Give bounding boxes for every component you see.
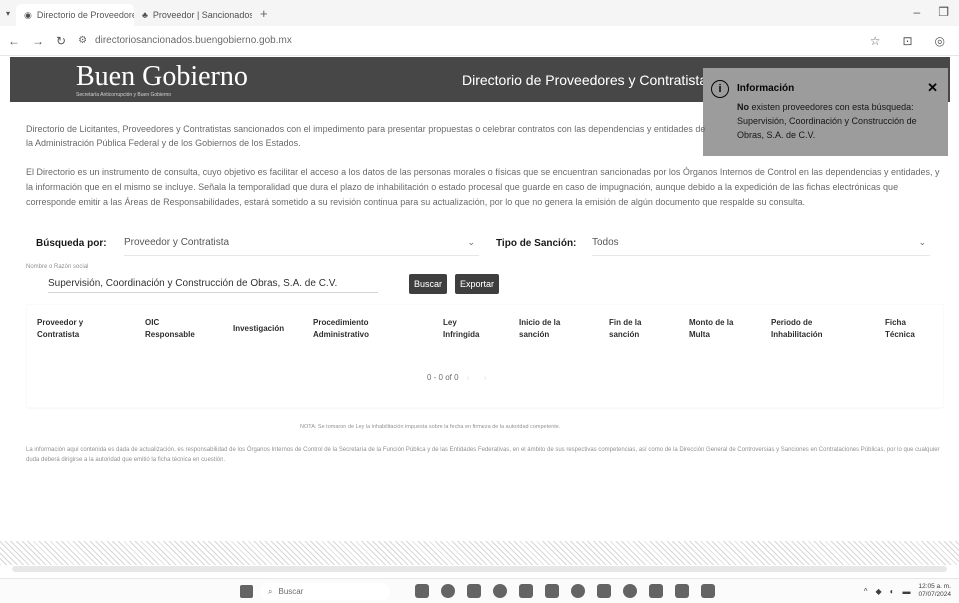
intro-text: Directorio de Licitantes, Proveedores y …: [26, 124, 706, 148]
start-icon[interactable]: [240, 585, 253, 598]
column-header-ley[interactable]: Ley Infringida: [443, 317, 493, 341]
notification-message-lead: No: [737, 102, 749, 112]
url-field[interactable]: ⚙ directoriosancionados.buengobierno.gob…: [78, 30, 858, 52]
clock-date: 07/07/2024: [918, 591, 951, 598]
legal-note: NOTA: Se tomaron de Ley la inhabilitació…: [300, 424, 561, 430]
column-header-procedimiento[interactable]: Procedimiento Administrativo: [313, 317, 393, 341]
taskbar-apps: [415, 584, 715, 598]
description-paragraph: El Directorio es un instrumento de consu…: [26, 167, 940, 207]
sanction-type-label: Tipo de Sanción:: [496, 238, 577, 249]
close-icon[interactable]: ✕: [927, 80, 938, 96]
chevron-down-icon: ⌄: [467, 237, 475, 247]
store-icon[interactable]: [519, 584, 533, 598]
notification-message-text: existen proveedores con esta búsqueda: S…: [737, 102, 917, 140]
app-icon[interactable]: [545, 584, 559, 598]
tab-proveedor[interactable]: ♣ Proveedor | Sancionados ✕: [134, 4, 252, 26]
column-header-proveedor[interactable]: Proveedor y Contratista: [37, 317, 107, 341]
info-notification: i Información ✕ No existen proveedores c…: [703, 68, 948, 156]
system-tray: ^ ◆ ◐ ▬ 12:05 a. m. 07/07/2024: [864, 583, 951, 599]
app-icon[interactable]: [701, 584, 715, 598]
reload-icon[interactable]: ↻: [56, 34, 66, 48]
pagination: 0 - 0 of 0 ‹ ›: [427, 373, 492, 382]
wifi-icon[interactable]: ◆: [875, 587, 881, 596]
new-tab-icon[interactable]: +: [252, 6, 276, 21]
notification-title: Información: [737, 83, 795, 94]
address-bar: ← → ↻ ⚙ directoriosancionados.buengobier…: [0, 26, 959, 56]
restore-icon[interactable]: ❐: [938, 5, 949, 19]
search-by-label: Búsqueda por:: [36, 238, 107, 249]
footer-disclaimer: La información aquí contenida es dada de…: [26, 447, 940, 463]
bookmark-star-icon[interactable]: ☆: [870, 34, 881, 48]
clock[interactable]: 12:05 a. m. 07/07/2024: [918, 583, 951, 599]
tray-expand-icon[interactable]: ^: [864, 587, 868, 596]
sanction-type-select[interactable]: Todos ⌄: [592, 230, 930, 256]
results-table: Proveedor y Contratista OIC Responsable …: [26, 304, 944, 408]
task-view-icon[interactable]: [415, 584, 429, 598]
search-button[interactable]: Buscar: [409, 274, 448, 294]
brand-logo[interactable]: Buen Gobierno: [76, 61, 248, 93]
app-icon[interactable]: [571, 584, 585, 598]
app-icon[interactable]: [597, 584, 611, 598]
forward-icon[interactable]: →: [32, 34, 44, 48]
column-header-oic[interactable]: OIC Responsable: [145, 317, 205, 341]
back-icon[interactable]: ←: [8, 34, 20, 48]
column-header-fin[interactable]: Fin de la sanción: [609, 317, 659, 341]
browser-tabbar: ▾ ◉ Directorio de Proveedores y C ✕ ♣ Pr…: [0, 0, 959, 26]
window-controls: – ❐: [914, 5, 949, 19]
file-explorer-icon[interactable]: [467, 584, 481, 598]
notification-message: No existen proveedores con esta búsqueda…: [737, 100, 937, 142]
tab-directorio[interactable]: ◉ Directorio de Proveedores y C ✕: [16, 4, 135, 26]
search-input-hint: Nombre o Razón social: [26, 264, 89, 270]
info-icon: i: [711, 80, 729, 98]
search-by-value: Proveedor y Contratista: [124, 237, 230, 248]
search-icon: ⌕: [268, 586, 273, 596]
url-text: directoriosancionados.buengobierno.gob.m…: [95, 35, 292, 46]
pagination-range: 0 - 0 of 0: [427, 373, 459, 382]
column-header-ficha[interactable]: Ficha Técnica: [885, 317, 935, 341]
tab-favicon-icon: ♣: [142, 10, 148, 20]
brand-subtitle: Secretaría Anticorrupción y Buen Gobiern…: [76, 92, 172, 98]
app-icon[interactable]: [649, 584, 663, 598]
sanction-type-value: Todos: [592, 237, 619, 248]
site-info-icon[interactable]: ⚙: [78, 35, 87, 46]
search-by-select[interactable]: Proveedor y Contratista ⌄: [124, 230, 479, 256]
widgets-icon[interactable]: [441, 584, 455, 598]
chevron-down-icon: ⌄: [918, 237, 926, 247]
profile-icon[interactable]: ◎: [935, 34, 945, 48]
tab-favicon-icon: ◉: [24, 9, 32, 20]
minimize-icon[interactable]: –: [914, 5, 921, 19]
taskbar-search[interactable]: ⌕ Buscar: [260, 583, 390, 600]
decorative-pattern: [0, 541, 959, 565]
horizontal-scrollbar[interactable]: [12, 566, 947, 572]
extensions-icon[interactable]: ⊡: [902, 34, 912, 48]
os-taskbar: ⌕ Buscar ^ ◆ ◐ ▬ 12:05 a. m. 07/07/2024: [0, 578, 959, 603]
tab-menu-icon[interactable]: ▾: [0, 9, 16, 18]
edge-icon[interactable]: [493, 584, 507, 598]
search-input[interactable]: Supervisión, Coordinación y Construcción…: [48, 278, 378, 293]
column-header-inicio[interactable]: Inicio de la sanción: [519, 317, 579, 341]
pagination-arrows[interactable]: ‹ ›: [467, 373, 493, 382]
clock-time: 12:05 a. m.: [918, 583, 951, 590]
volume-icon[interactable]: ◐: [890, 587, 895, 596]
chrome-icon[interactable]: [623, 584, 637, 598]
column-header-periodo[interactable]: Periodo de Inhabilitación: [771, 317, 851, 341]
app-icon[interactable]: [675, 584, 689, 598]
column-header-investigacion[interactable]: Investigación: [233, 323, 303, 335]
battery-icon[interactable]: ▬: [902, 587, 910, 596]
export-button[interactable]: Exportar: [455, 274, 500, 294]
tab-title: Directorio de Proveedores y C: [36, 10, 134, 20]
column-header-monto[interactable]: Monto de la Multa: [689, 317, 749, 341]
taskbar-search-placeholder: Buscar: [278, 587, 304, 596]
tab-title: Proveedor | Sancionados: [152, 10, 253, 20]
